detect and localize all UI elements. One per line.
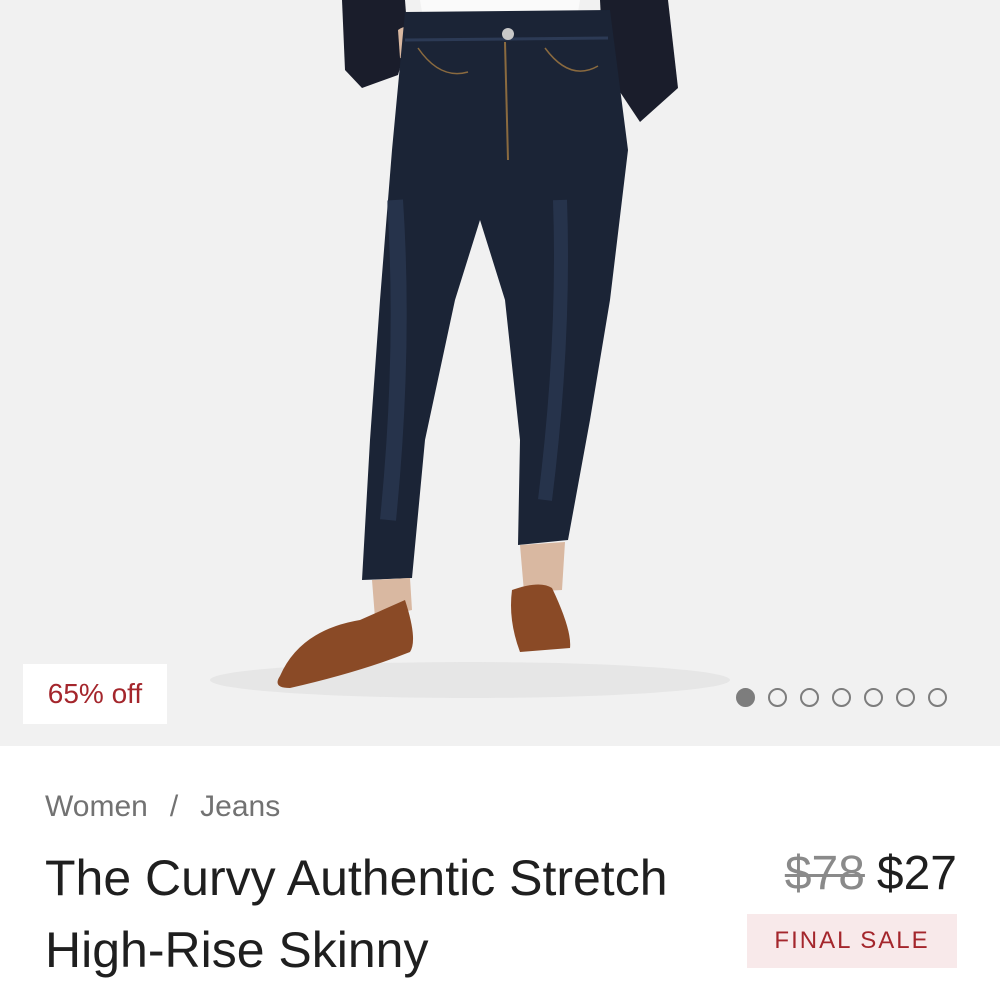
carousel-dot[interactable] [832,687,851,707]
discount-badge: 65% off [23,664,167,724]
carousel-dot[interactable] [736,687,755,707]
carousel-dot[interactable] [768,687,787,707]
product-photo-jeans [210,0,730,698]
breadcrumb-separator: / [169,790,179,823]
product-details: Women / Jeans The Curvy Authentic Stretc… [0,746,1000,1000]
price-row: $78 $27 [785,846,957,901]
breadcrumb: Women / Jeans [45,790,280,824]
original-price: $78 [784,847,865,900]
sale-price: $27 [876,847,957,900]
carousel-dot[interactable] [896,687,915,707]
carousel-dot[interactable] [928,687,947,707]
product-title: The Curvy Authentic Stretch High-Rise Sk… [45,850,668,978]
final-sale-badge: FINAL SALE [747,914,957,968]
product-image-carousel[interactable]: 65% off [0,0,1000,746]
carousel-dot[interactable] [864,687,883,707]
carousel-pagination[interactable] [736,687,947,707]
breadcrumb-item-jeans[interactable]: Jeans [200,790,280,824]
breadcrumb-item-women[interactable]: Women [45,790,148,824]
carousel-dot[interactable] [800,687,819,707]
